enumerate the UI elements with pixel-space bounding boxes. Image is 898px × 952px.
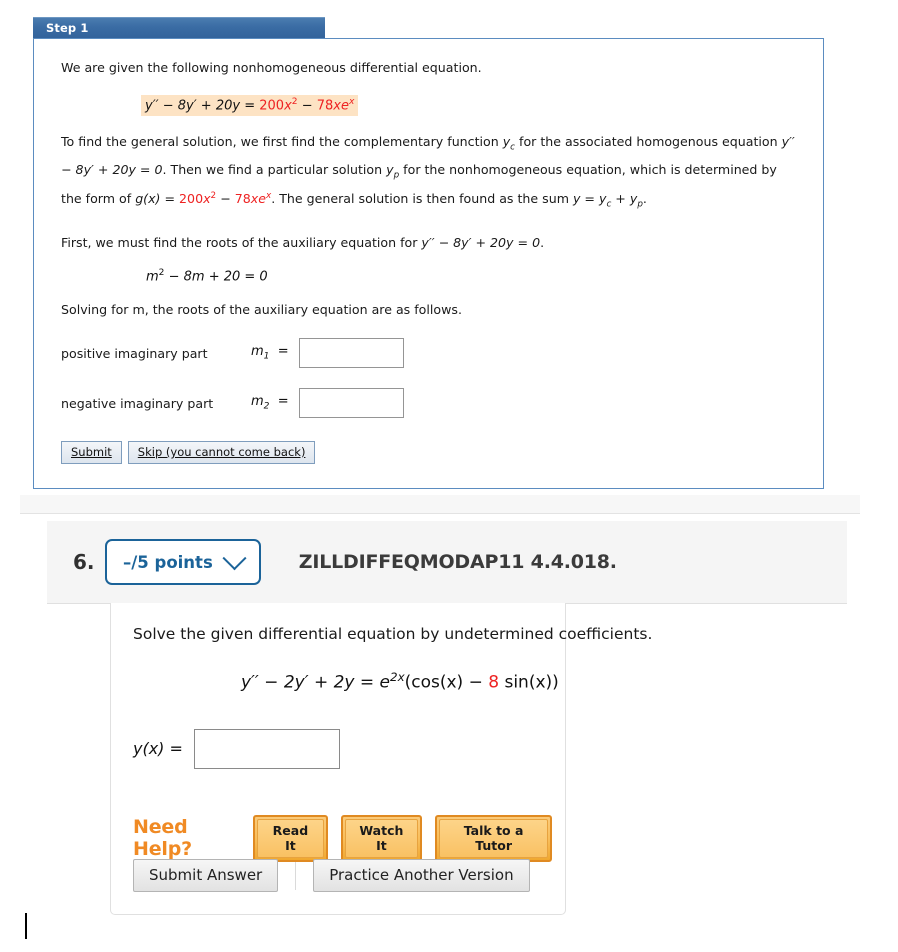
submit-button[interactable]: Submit bbox=[61, 441, 122, 464]
m1-subscript: 1 bbox=[263, 351, 270, 362]
m2-subscript: 2 bbox=[263, 401, 270, 412]
p3-period: . bbox=[540, 234, 545, 250]
watch-it-label: Watch It bbox=[344, 818, 419, 858]
yx-input[interactable] bbox=[193, 728, 340, 769]
m2-symbol: m bbox=[251, 394, 264, 410]
p2-sum-dot: . bbox=[642, 191, 647, 207]
p2-gx-term2: xe bbox=[250, 191, 266, 207]
equation-term-1: x bbox=[284, 98, 292, 113]
question-prompt: Solve the given differential equation by… bbox=[133, 625, 653, 643]
question-header: 6. –/5 points ZILLDIFFEQMODAP11 4.4.018. bbox=[47, 521, 847, 604]
read-it-label: Read It bbox=[257, 818, 324, 858]
p2-sum-plus: + bbox=[611, 191, 630, 207]
read-it-button[interactable]: Read It bbox=[253, 814, 328, 862]
question-equation: y′′ − 2y′ + 2y = e2x(cos(x) − 8 sin(x)) bbox=[241, 670, 565, 693]
step-paragraph-3: First, we must find the roots of the aux… bbox=[61, 232, 797, 253]
answer-row-yx: y(x) = bbox=[133, 728, 565, 769]
step-paragraph-2: To find the general solution, we first f… bbox=[61, 131, 797, 216]
p2-yp: y bbox=[386, 161, 394, 177]
p2-gx-op: − bbox=[220, 191, 231, 207]
button-divider bbox=[295, 861, 297, 890]
p2-part1: To find the general solution, we first f… bbox=[61, 134, 503, 149]
q-eq-close: sin(x)) bbox=[499, 672, 559, 693]
step-button-row: Submit Skip (you cannot come back) bbox=[61, 441, 316, 464]
answer-symbol-m2: m2 = bbox=[251, 394, 299, 412]
p2-part3: . Then we find a particular solution bbox=[162, 161, 387, 177]
equation-exp-2: x bbox=[349, 96, 355, 107]
highlighted-equation: y′′ − 8y′ + 20y = 200x2 − 78xex bbox=[141, 94, 359, 116]
step-paragraph-4: Solving for m, the roots of the auxiliar… bbox=[61, 302, 462, 318]
submit-answer-label: Submit Answer bbox=[149, 866, 263, 884]
step-tab-label: Step 1 bbox=[46, 21, 89, 35]
submit-answer-button[interactable]: Submit Answer bbox=[133, 859, 279, 892]
m1-equals: = bbox=[277, 344, 289, 360]
p2-gx: g(x) = bbox=[135, 191, 176, 207]
p2-part2: for the associated homogenous equation bbox=[515, 134, 782, 149]
points-badge-label: –/5 points bbox=[123, 552, 213, 572]
p3-equation: y′′ − 8y′ + 20y = 0 bbox=[421, 234, 541, 250]
q-eq-open: (cos(x) − bbox=[404, 672, 489, 693]
need-help-label: Need Help? bbox=[133, 816, 192, 861]
answer-label-m2: negative imaginary part bbox=[61, 395, 214, 411]
p2-gx-coef1: 200 bbox=[179, 191, 204, 207]
step-intro-text: We are given the following nonhomogeneou… bbox=[61, 60, 482, 75]
step-panel: Step 1 We are given the following nonhom… bbox=[33, 17, 824, 489]
answer-row-m2: negative imaginary part m2 = bbox=[61, 386, 797, 420]
text-cursor bbox=[25, 913, 27, 939]
skip-button-label: Skip (you cannot come back) bbox=[137, 445, 306, 459]
need-help-row: Need Help? Read It Watch It Talk to a Tu… bbox=[133, 814, 565, 862]
q-eq-exp: 2x bbox=[390, 670, 405, 684]
equation-operator: − bbox=[301, 98, 313, 113]
watch-it-button[interactable]: Watch It bbox=[340, 814, 423, 862]
auxiliary-equation: m2 − 8m + 20 = 0 bbox=[146, 268, 797, 284]
submit-button-label: Submit bbox=[71, 445, 112, 459]
step-panel-body: We are given the following nonhomogeneou… bbox=[33, 38, 824, 489]
p3-text: First, we must find the roots of the aux… bbox=[61, 234, 422, 250]
answer-label-yx: y(x) = bbox=[133, 739, 183, 759]
practice-another-version-button[interactable]: Practice Another Version bbox=[313, 859, 530, 892]
practice-another-version-label: Practice Another Version bbox=[329, 866, 514, 884]
step-tab-header: Step 1 bbox=[33, 17, 325, 38]
aux-m: m bbox=[146, 269, 159, 285]
m1-input[interactable] bbox=[299, 338, 404, 369]
question-code: ZILLDIFFEQMODAP11 4.4.018. bbox=[298, 551, 617, 573]
m2-equals: = bbox=[277, 394, 289, 410]
equation-coef-1: 200 bbox=[259, 98, 285, 113]
answer-symbol-m1: m1 = bbox=[251, 344, 299, 362]
chevron-down-icon bbox=[222, 545, 247, 570]
question-body: Solve the given differential equation by… bbox=[110, 603, 653, 915]
equation-lhs: y′′ − 8y′ + 20y = bbox=[145, 98, 256, 113]
talk-to-a-tutor-button[interactable]: Talk to a Tutor bbox=[435, 814, 553, 862]
p2-gx-exp1: 2 bbox=[210, 191, 217, 202]
p2-part5: . The general solution is then found as … bbox=[271, 191, 573, 207]
p2-gx-term1: x bbox=[203, 191, 211, 207]
q-eq-red-coef: 8 bbox=[488, 672, 500, 693]
talk-to-a-tutor-label: Talk to a Tutor bbox=[439, 818, 549, 858]
answer-label-m1: positive imaginary part bbox=[61, 345, 208, 361]
m1-symbol: m bbox=[251, 344, 264, 360]
question-button-bar: Submit Answer Practice Another Version bbox=[133, 859, 530, 892]
aux-rest: − 8m + 20 = 0 bbox=[164, 269, 268, 285]
equation-coef-2: 78 bbox=[316, 98, 334, 113]
equation-exp-1: 2 bbox=[291, 96, 298, 107]
p2-gx-coef2: 78 bbox=[234, 191, 251, 207]
points-badge[interactable]: –/5 points bbox=[105, 539, 261, 585]
worksheet-page: Step 1 We are given the following nonhom… bbox=[0, 0, 898, 952]
section-separator bbox=[20, 495, 860, 514]
m2-input[interactable] bbox=[299, 388, 404, 419]
skip-button[interactable]: Skip (you cannot come back) bbox=[127, 441, 316, 464]
question-number: 6. bbox=[73, 550, 95, 574]
p2-sum-eq: = bbox=[580, 191, 599, 207]
equation-term-2: xe bbox=[333, 98, 349, 113]
answer-row-m1: positive imaginary part m1 = bbox=[61, 336, 797, 370]
q-eq-lhs: y′′ − 2y′ + 2y = e bbox=[241, 672, 391, 693]
